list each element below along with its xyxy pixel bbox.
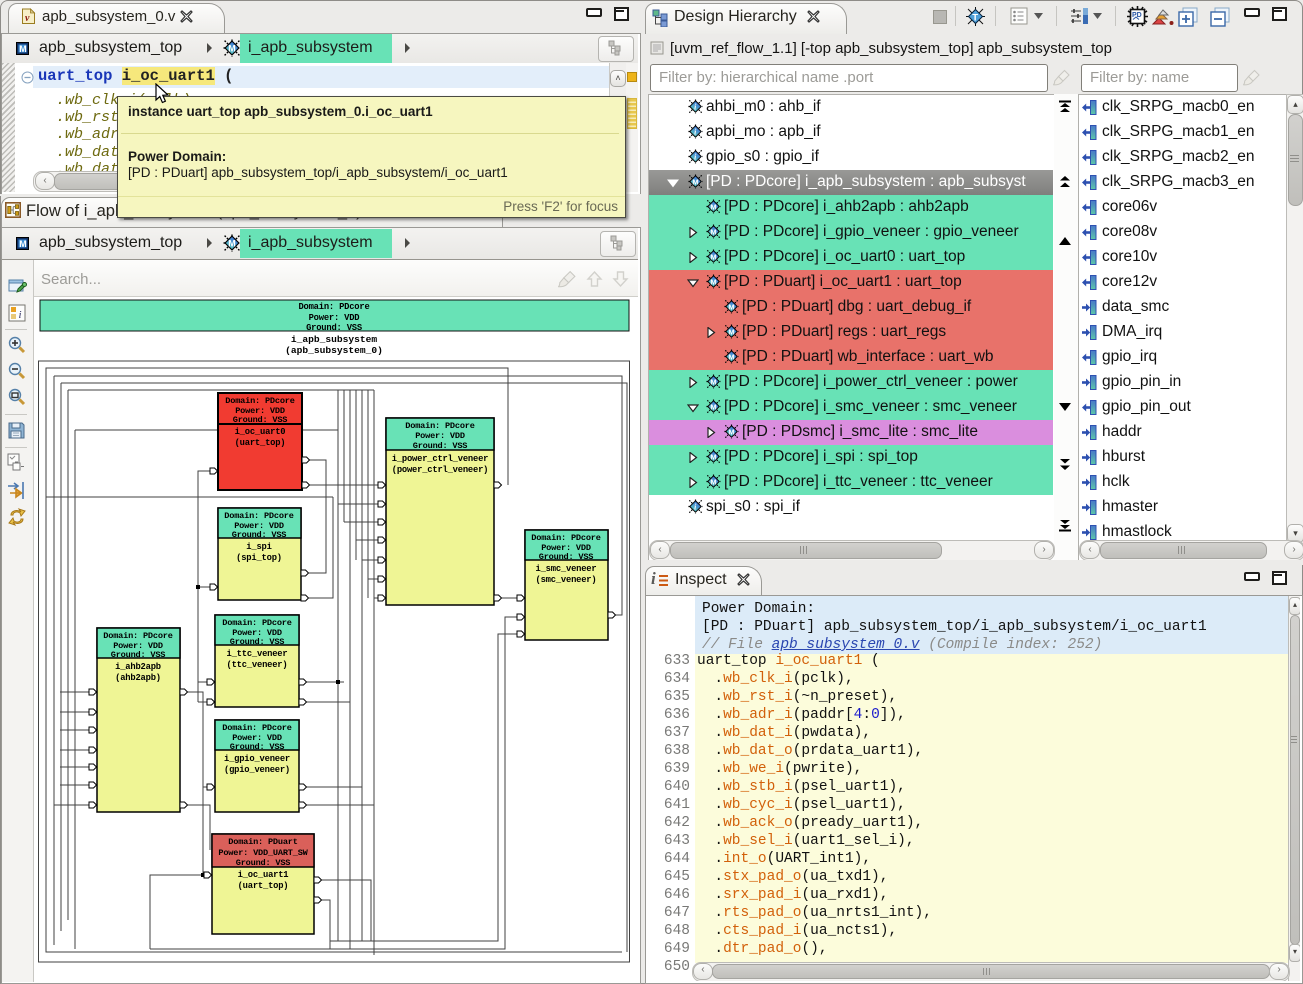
svg-text:Domain: PDcore: Domain: PDcore: [298, 302, 369, 312]
svg-text:(power_ctrl_veneer): (power_ctrl_veneer): [392, 465, 489, 475]
svg-text:Ground: VSS: Ground: VSS: [306, 323, 362, 333]
svg-text:(spi_top): (spi_top): [236, 553, 282, 563]
svg-text:(gpio_veneer): (gpio_veneer): [224, 765, 290, 775]
svg-text:Ground: VSS: Ground: VSS: [233, 415, 288, 425]
svg-text:Domain: PDcore: Domain: PDcore: [531, 533, 600, 543]
svg-text:i_spi: i_spi: [246, 542, 271, 552]
svg-text:i_power_ctrl_veneer: i_power_ctrl_veneer: [392, 454, 489, 464]
svg-text:Ground: VSS: Ground: VSS: [111, 650, 166, 660]
svg-text:(smc_veneer): (smc_veneer): [536, 575, 597, 585]
svg-text:Domain: PDcore: Domain: PDcore: [222, 618, 291, 628]
svg-text:Power: VDD: Power: VDD: [309, 313, 360, 323]
svg-text:Domain: PDuart: Domain: PDuart: [228, 837, 297, 847]
svg-text:i_ttc_veneer: i_ttc_veneer: [227, 649, 288, 659]
svg-text:Domain: PDcore: Domain: PDcore: [222, 723, 291, 733]
svg-text:(uart_top): (uart_top): [238, 881, 289, 891]
svg-text:Power: VDD: Power: VDD: [415, 431, 465, 441]
svg-text:Ground: VSS: Ground: VSS: [230, 742, 285, 752]
svg-text:Ground: VSS: Ground: VSS: [232, 530, 287, 540]
svg-text:Ground: VSS: Ground: VSS: [236, 858, 291, 868]
svg-text:Ground: VSS: Ground: VSS: [413, 441, 468, 451]
svg-text:Domain: PDcore: Domain: PDcore: [225, 396, 294, 406]
svg-text:i: i: [19, 309, 22, 321]
svg-text:(apb_subsystem_0): (apb_subsystem_0): [285, 345, 383, 356]
svg-text:(uart_top): (uart_top): [235, 438, 286, 448]
svg-text:M: M: [19, 44, 27, 54]
svg-text:Ground: VSS: Ground: VSS: [539, 552, 594, 562]
svg-text:Ground: VSS: Ground: VSS: [230, 637, 285, 647]
svg-text:Domain: PDcore: Domain: PDcore: [224, 511, 293, 521]
svg-text:v: v: [25, 13, 30, 24]
svg-text:T: T: [972, 13, 978, 24]
svg-text:Domain: PDcore: Domain: PDcore: [405, 421, 474, 431]
svg-text:i_gpio_veneer: i_gpio_veneer: [224, 754, 290, 764]
svg-text:Domain: PDcore: Domain: PDcore: [103, 631, 172, 641]
svg-text:(ttc_veneer): (ttc_veneer): [227, 660, 288, 670]
svg-text:i_apb_subsystem: i_apb_subsystem: [291, 334, 378, 345]
svg-text:i_oc_uart1: i_oc_uart1: [238, 870, 289, 880]
svg-text:Power: VDD_UART_SW: Power: VDD_UART_SW: [218, 848, 308, 858]
svg-text:M: M: [19, 239, 27, 249]
svg-text:i_ahb2apb: i_ahb2apb: [115, 662, 161, 672]
svg-text:i_oc_uart0: i_oc_uart0: [235, 427, 286, 437]
svg-text:(ahb2apb): (ahb2apb): [115, 673, 161, 683]
svg-text:i_smc_veneer: i_smc_veneer: [536, 564, 597, 574]
